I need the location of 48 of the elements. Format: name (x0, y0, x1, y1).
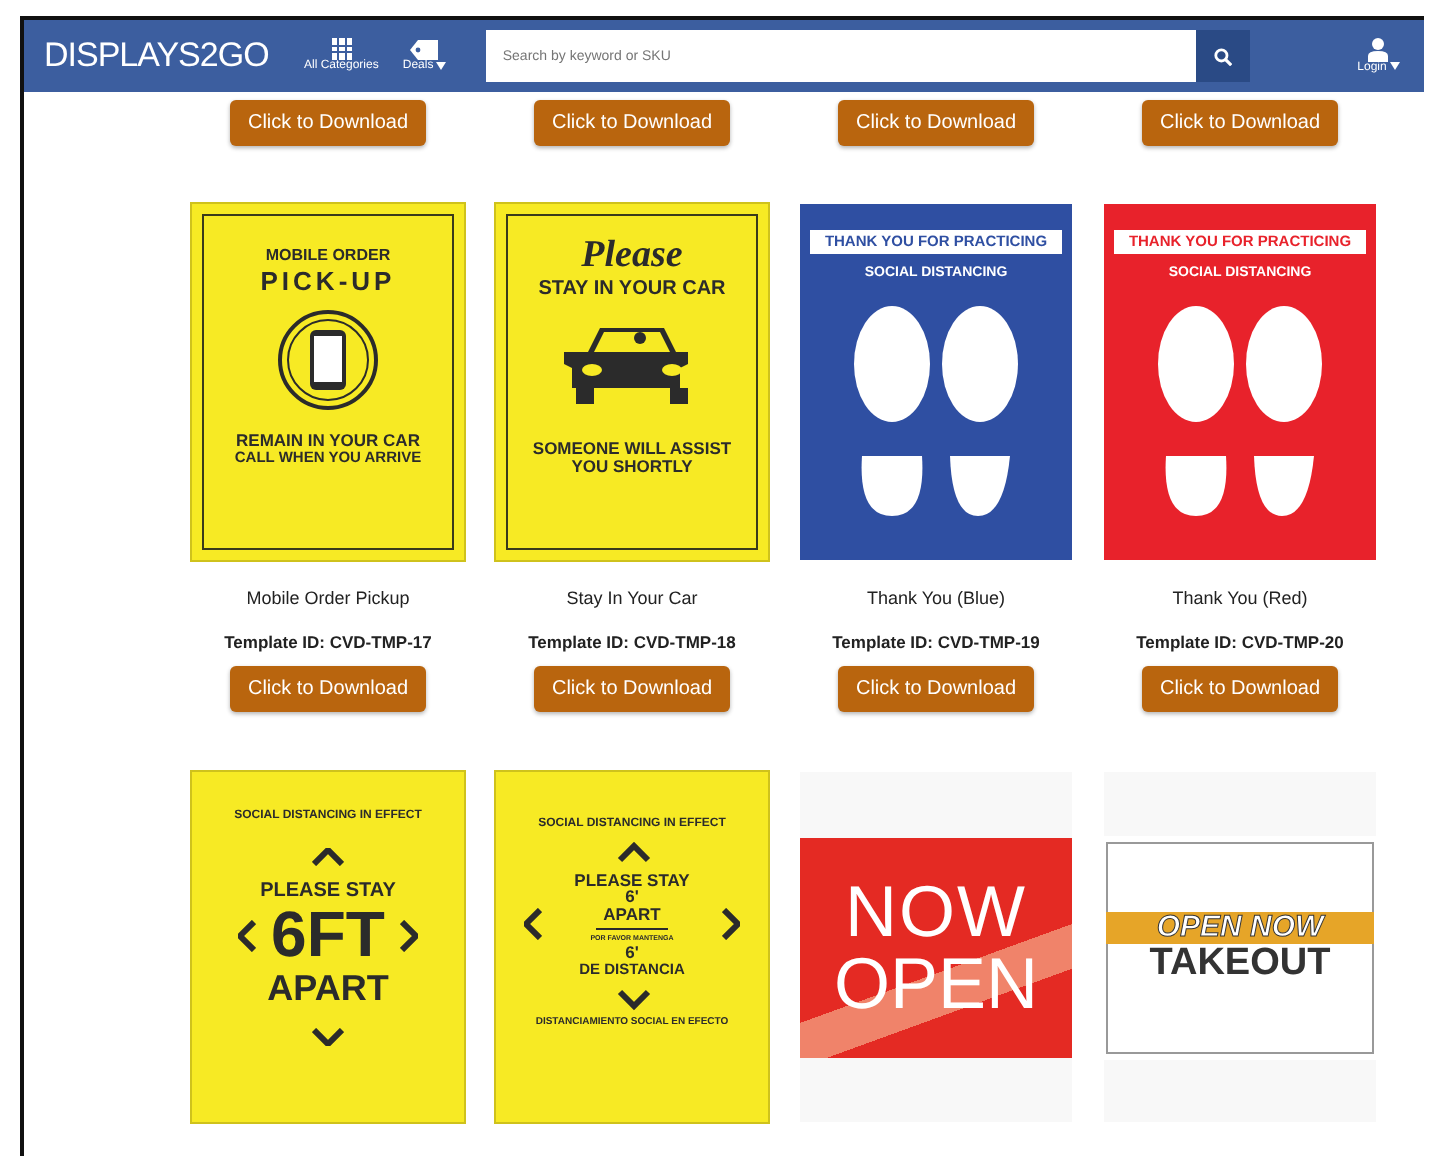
download-button[interactable]: Click to Download (838, 666, 1034, 713)
template-id: Template ID: CVD-TMP-17 (224, 629, 432, 655)
product-title: Mobile Order Pickup (246, 586, 410, 612)
tag-icon (410, 40, 439, 61)
search-button[interactable] (1196, 30, 1251, 82)
download-button[interactable]: Click to Download (838, 100, 1034, 146)
chevron-down-icon (312, 1027, 344, 1046)
template-id: Template ID: CVD-TMP-20 (1136, 629, 1344, 655)
chevron-down-icon (618, 989, 646, 1006)
template-id: Template ID: CVD-TMP-18 (528, 629, 736, 655)
sign-text: PICK-UP (260, 268, 396, 297)
product-title: Stay In Your Car (566, 586, 698, 612)
sign-text: OPEN NOW (1106, 911, 1374, 944)
product-title: Thank You (Blue) (866, 586, 1006, 612)
sign-text: APART (595, 906, 669, 931)
phone-icon (276, 308, 380, 413)
chevron-left-icon (524, 908, 543, 941)
sign-text: 6' (625, 888, 639, 907)
chevron-up-icon (618, 843, 646, 860)
sign-text: STAY IN YOUR CAR (538, 279, 726, 301)
download-button[interactable]: Click to Download (1142, 100, 1338, 146)
sign-text: APART (267, 969, 389, 1008)
sign-text: Please (581, 236, 683, 276)
grid-icon (329, 38, 354, 61)
sign-text: NOW (845, 875, 1027, 948)
sign-text: YOU SHORTLY (571, 458, 693, 477)
sign-text: 6' (625, 943, 639, 962)
product-title: Thank You (Red) (1172, 586, 1308, 612)
sign-text: PLEASE STAY (260, 881, 396, 903)
download-button[interactable]: Click to Download (1142, 666, 1338, 713)
site-logo[interactable]: DISPLAYS2GO (44, 30, 280, 82)
sign-text: SOMEONE WILL ASSIST (532, 440, 732, 459)
sign-text: MOBILE ORDER (265, 248, 391, 265)
chevron-right-icon (721, 908, 740, 941)
search-icon (1214, 47, 1233, 65)
sign-text: TAKEOUT (1149, 943, 1331, 984)
download-button[interactable]: Click to Download (534, 666, 730, 713)
chevron-left-icon (237, 919, 256, 952)
download-button[interactable]: Click to Download (534, 100, 730, 146)
sign-text: PLEASE STAY (574, 871, 690, 889)
download-button[interactable]: Click to Download (230, 100, 426, 146)
download-button[interactable]: Click to Download (230, 666, 426, 713)
chevron-up-icon (312, 847, 344, 866)
sign-text: REMAIN IN YOUR CAR (236, 432, 420, 450)
chevron-right-icon (400, 919, 419, 952)
template-id: Template ID: CVD-TMP-19 (832, 629, 1040, 655)
sign-text: 6FT (271, 902, 385, 970)
user-icon (1368, 37, 1389, 62)
